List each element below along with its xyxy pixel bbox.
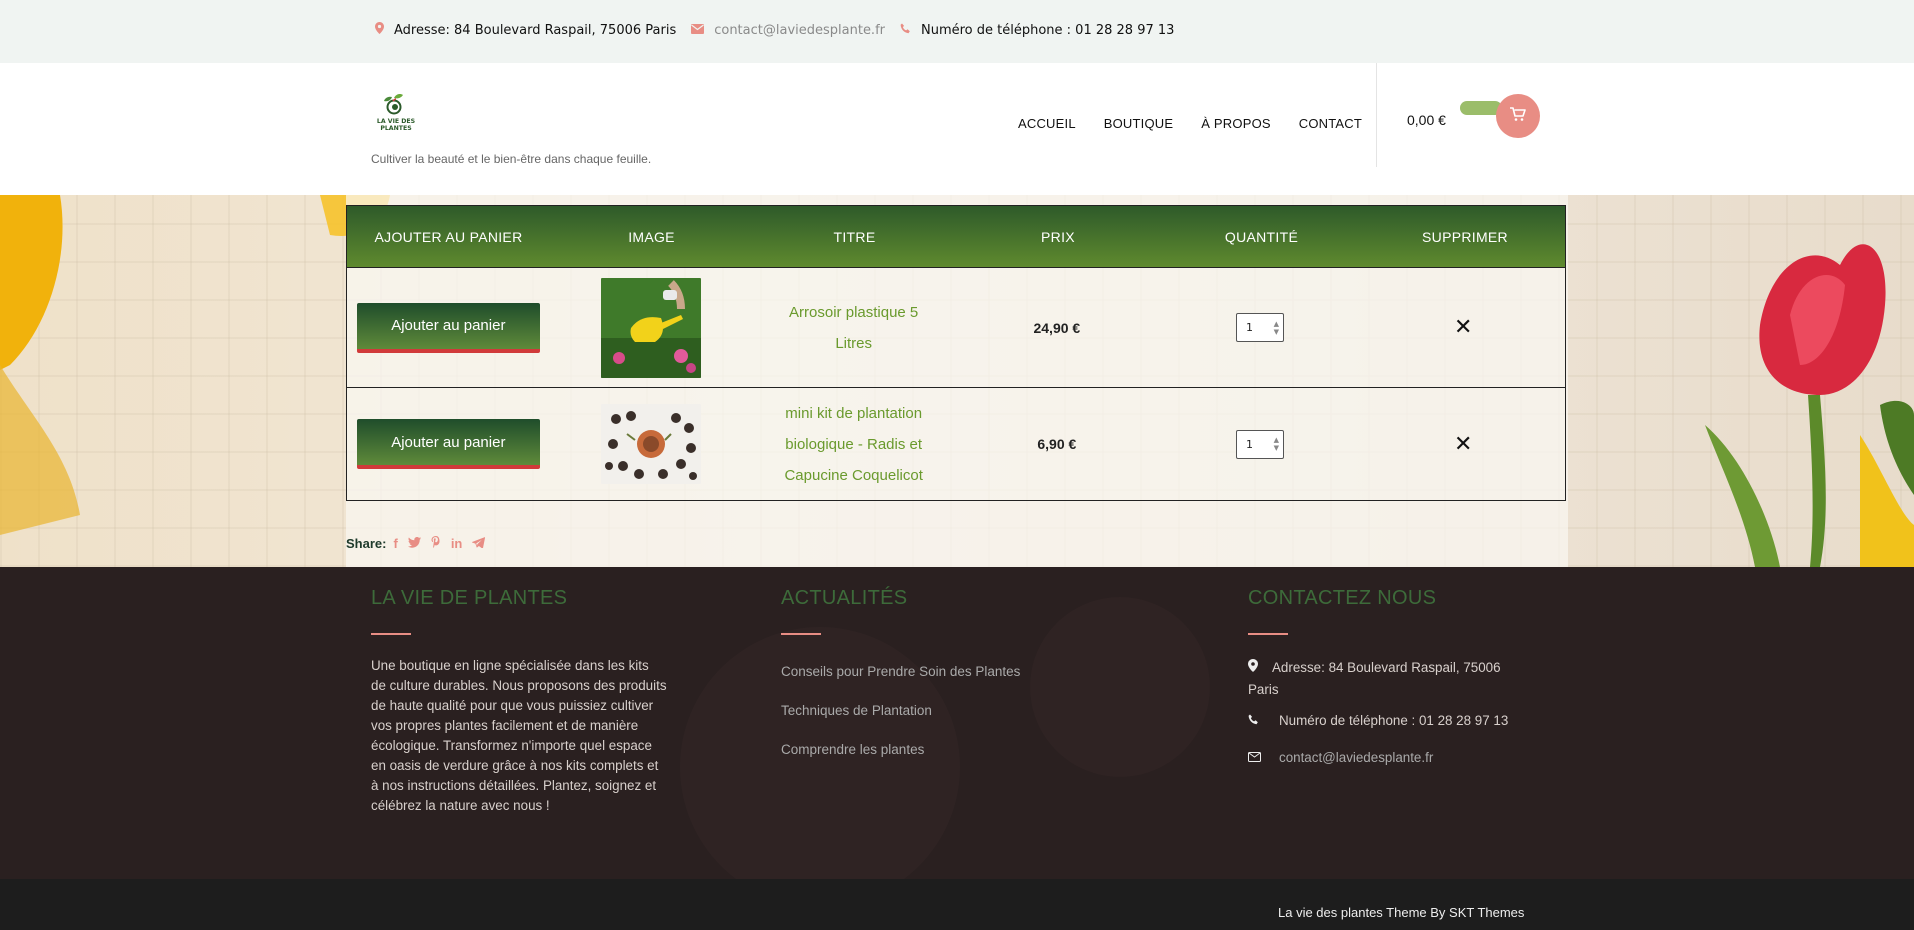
footer-background-image xyxy=(680,597,1210,879)
product-price: 6,90 € xyxy=(1037,436,1077,452)
map-marker-icon xyxy=(1248,657,1272,679)
product-image-watering-can[interactable] xyxy=(601,277,701,378)
remove-item-icon[interactable]: ✕ xyxy=(1454,315,1472,340)
nav-item-contact[interactable]: CONTACT xyxy=(1299,116,1362,131)
topbar-phone-text: Numéro de téléphone : 01 28 28 97 13 xyxy=(921,22,1175,38)
theme-credit[interactable]: La vie des plantes Theme By SKT Themes xyxy=(1278,905,1524,920)
col-header-quantity: QUANTITÉ xyxy=(1224,228,1299,245)
nav-item-accueil[interactable]: ACCUEIL xyxy=(1018,116,1076,131)
wishlist-table: AJOUTER AU PANIER IMAGE TITRE PRIX QUANT… xyxy=(346,205,1566,501)
footer-bottom-bar: La vie des plantes Theme By SKT Themes xyxy=(0,879,1914,930)
linkedin-icon[interactable]: in xyxy=(451,536,463,551)
product-image-plant-kit[interactable] xyxy=(601,404,701,484)
logo-text-line1: LA VIE DES xyxy=(377,118,415,125)
quantity-stepper[interactable]: 1 ▲ ▼ xyxy=(1236,313,1285,342)
stepper-arrows-icon[interactable]: ▲ ▼ xyxy=(1274,320,1279,336)
table-header: AJOUTER AU PANIER IMAGE TITRE PRIX QUANT… xyxy=(347,206,1565,267)
product-title-line: mini kit de plantation xyxy=(785,404,923,422)
footer-news-link[interactable]: Comprendre les plantes xyxy=(781,742,924,757)
product-price: 24,90 € xyxy=(1033,319,1081,336)
nav-item-a-propos[interactable]: À PROPOS xyxy=(1201,116,1271,131)
cart-button[interactable] xyxy=(1496,94,1540,138)
facebook-icon[interactable]: f xyxy=(393,536,397,551)
footer-contact-title: CONTACTEZ NOUS xyxy=(1248,587,1437,609)
col-header-title: TITRE xyxy=(833,228,876,245)
nav-item-boutique[interactable]: BOUTIQUE xyxy=(1104,116,1174,131)
topbar-email-link[interactable]: contact@laviedesplante.fr xyxy=(714,23,885,38)
footer-phone-text: Numéro de téléphone : 01 28 28 97 13 xyxy=(1279,713,1509,728)
footer-title-underline xyxy=(1248,633,1288,635)
table-row: Ajouter au panier mini kit de plantation xyxy=(347,387,1565,500)
main-nav: ACCUEIL BOUTIQUE À PROPOS CONTACT xyxy=(1018,116,1390,131)
phone-icon xyxy=(900,23,911,38)
quantity-value: 1 xyxy=(1246,321,1254,334)
topbar-address: Adresse: 84 Boulevard Raspail, 75006 Par… xyxy=(375,22,676,38)
col-header-add-to-cart: AJOUTER AU PANIER xyxy=(374,228,523,245)
footer-news-link[interactable]: Conseils pour Prendre Soin des Plantes xyxy=(781,664,1020,679)
site-footer: LA VIE DE PLANTES Une boutique en ligne … xyxy=(0,567,1914,879)
quantity-value: 1 xyxy=(1246,437,1254,451)
share-bar: Share: f in xyxy=(346,536,495,551)
footer-title-underline xyxy=(371,633,411,635)
site-header: LA VIE DES PLANTES Cultiver la beauté et… xyxy=(0,63,1914,195)
footer-about-title: LA VIE DE PLANTES xyxy=(371,587,568,609)
site-tagline: Cultiver la beauté et le bien-être dans … xyxy=(371,152,652,166)
footer-email-link[interactable]: contact@laviedesplante.fr xyxy=(1279,750,1433,765)
quantity-stepper[interactable]: 1 ▲ ▼ xyxy=(1236,429,1285,459)
share-label: Share: xyxy=(346,536,387,551)
envelope-icon xyxy=(1248,747,1279,769)
footer-address-text: Adresse: 84 Boulevard Raspail, 75006 Par… xyxy=(1248,660,1501,697)
footer-contact-phone: Numéro de téléphone : 01 28 28 97 13 xyxy=(1248,710,1548,732)
phone-icon xyxy=(1248,710,1279,732)
table-row: Ajouter au panier Arrosoir plastique 5 L… xyxy=(347,267,1565,387)
logo-text-line2: PLANTES xyxy=(380,125,411,132)
envelope-icon xyxy=(691,23,705,38)
telegram-icon[interactable] xyxy=(472,536,486,551)
remove-item-icon[interactable]: ✕ xyxy=(1454,432,1472,457)
map-pin-icon xyxy=(375,22,384,38)
pinterest-icon[interactable] xyxy=(431,536,441,551)
add-to-cart-button[interactable]: Ajouter au panier xyxy=(356,419,540,469)
cart-total[interactable]: 0,00 € xyxy=(1407,112,1446,128)
topbar-email[interactable]: contact@laviedesplante.fr xyxy=(691,23,885,38)
shopping-cart-icon xyxy=(1510,106,1526,126)
col-header-price: PRIX xyxy=(1041,228,1075,245)
product-title-link[interactable]: Arrosoir plastique 5 Litres xyxy=(769,297,939,359)
col-header-remove: SUPPRIMER xyxy=(1422,228,1508,245)
footer-news-title: ACTUALITÉS xyxy=(781,587,908,609)
header-divider xyxy=(1376,63,1377,167)
product-title-link[interactable]: mini kit de plantation biologique - Radi… xyxy=(769,398,939,491)
site-logo[interactable]: LA VIE DES PLANTES xyxy=(372,89,422,139)
product-title-line: Arrosoir plastique 5 xyxy=(789,303,919,321)
topbar-address-text: Adresse: 84 Boulevard Raspail, 75006 Par… xyxy=(394,22,677,38)
product-title-line: Litres xyxy=(835,334,873,352)
twitter-icon[interactable] xyxy=(407,536,421,551)
footer-news-link[interactable]: Techniques de Plantation xyxy=(781,703,932,718)
stepper-arrows-icon[interactable]: ▲ ▼ xyxy=(1274,436,1279,452)
topbar-phone: Numéro de téléphone : 01 28 28 97 13 xyxy=(900,23,1174,38)
product-title-line: Capucine Coquelicot xyxy=(784,466,923,484)
footer-contact-email[interactable]: contact@laviedesplante.fr xyxy=(1248,747,1433,769)
footer-about-text: Une boutique en ligne spécialisée dans l… xyxy=(371,658,667,813)
footer-contact-address: Adresse: 84 Boulevard Raspail, 75006 Par… xyxy=(1248,657,1528,701)
top-info-bar: Adresse: 84 Boulevard Raspail, 75006 Par… xyxy=(0,0,1914,63)
product-title-line: biologique - Radis et xyxy=(785,435,923,453)
add-to-cart-button[interactable]: Ajouter au panier xyxy=(356,302,540,353)
footer-title-underline xyxy=(781,633,821,635)
col-header-image: IMAGE xyxy=(628,228,675,245)
